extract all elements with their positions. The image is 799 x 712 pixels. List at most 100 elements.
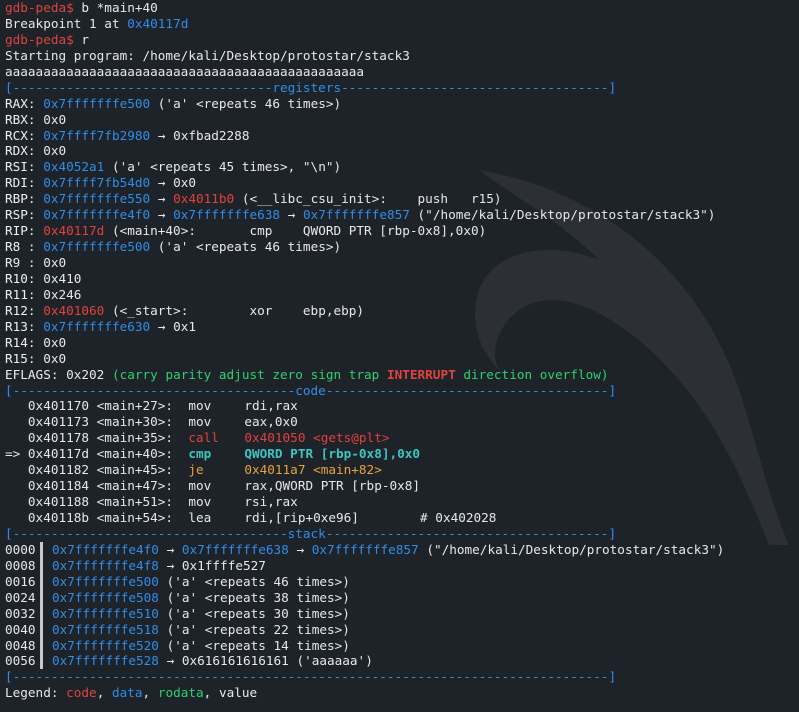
stack-desc2: → (288, 541, 312, 557)
register-name: RDX (5, 143, 28, 159)
register-row: RBX: 0x0 (5, 111, 67, 127)
stack-addr2: 0x7fffffffe638 (181, 541, 289, 557)
code-addr: 0x401178 (27, 430, 90, 446)
stack-separator-bar (40, 621, 43, 638)
code-args: 0x4011a7 <main+82> (244, 462, 382, 478)
register-addr: 0x7fffffffe630 (43, 318, 151, 334)
register-name: RIP (5, 223, 28, 239)
stack-desc: ('a' <repeats 38 times>) (158, 589, 350, 605)
code-args: rax,QWORD PTR [rbp-0x8] (244, 478, 421, 494)
register-name: R9 (5, 255, 28, 270)
current-marker (5, 494, 28, 509)
register-name: R12 (5, 302, 28, 318)
register-addr: 0x4052a1 (43, 159, 105, 175)
register-addr: 0x7fffffffe500 (43, 239, 151, 255)
stack-separator-bar (40, 653, 43, 670)
register-desc: → 0x0 (150, 175, 196, 191)
stack-desc: ('a' <repeats 22 times>) (158, 621, 350, 637)
stack-desc: ('a' <repeats 46 times>) (158, 573, 350, 589)
register-row: R15: 0x0 (5, 350, 67, 366)
register-row: R11: 0x246 (5, 286, 82, 302)
register-name: RBX (5, 111, 28, 127)
stack-entry: 0x7fffffffe4f8 → 0x1ffffe527 (52, 558, 266, 574)
stack-desc3: ("/home/kali/Desktop/protostar/stack3") (418, 541, 725, 557)
register-name: RBP (5, 191, 28, 207)
stack-desc: ('a' <repeats 14 times>) (158, 637, 350, 653)
stack-offset: 0008 (5, 557, 36, 573)
registers-panel: RAX: 0x7fffffffe500 ('a' <repeats 46 tim… (5, 96, 799, 367)
register-desc: ('a' <repeats 46 times>) (150, 95, 342, 111)
register-name: RSP (5, 207, 28, 223)
stack-addr: 0x7fffffffe518 (52, 621, 159, 637)
eflags-line: EFLAGS: 0x202 (carry parity adjust zero … (5, 366, 609, 382)
code-addr: 0x40117d (27, 446, 90, 462)
stack-addr: 0x7fffffffe4f0 (52, 541, 159, 557)
current-marker (5, 414, 28, 429)
stack-addr3: 0x7fffffffe857 (311, 541, 419, 557)
register-desc: (<_start>: xor ebp,ebp) (104, 302, 365, 318)
register-row: RSP: 0x7fffffffe4f0 → 0x7fffffffe638 → 0… (5, 207, 716, 223)
current-marker (5, 478, 28, 493)
register-desc: ('a' <repeats 45 times>, "\n") (104, 159, 342, 175)
stack-addr: 0x7fffffffe4f8 (52, 557, 159, 573)
code-separator: [-------------------------------------co… (5, 382, 617, 398)
code-symbol: <main+40>: (96, 446, 174, 462)
register-row: R13: 0x7fffffffe630 → 0x1 (5, 318, 196, 334)
stack-panel: 0000 0x7fffffffe4f0 → 0x7fffffffe638 → 0x… (5, 541, 799, 670)
code-args: rdi,rax (244, 398, 298, 414)
register-value: 0x246 (43, 286, 82, 302)
stack-row: 0040 0x7fffffffe518 ('a' <repeats 22 time… (5, 621, 799, 638)
breakpoint-line: Breakpoint 1 at 0x40117d (5, 15, 189, 31)
register-addr: 0x401060 (43, 302, 105, 318)
register-desc: (<__libc_csu_init>: push r15) (234, 191, 502, 207)
prompt: gdb-peda$ (5, 31, 74, 47)
code-addr: 0x401188 (27, 494, 90, 510)
code-op: mov (188, 398, 212, 414)
code-op: je (188, 462, 204, 478)
stack-desc: → 0x1ffffe527 (158, 557, 266, 573)
register-row: R12: 0x401060 (<_start>: xor ebp,ebp) (5, 302, 365, 318)
stack-offset: 0024 (5, 589, 36, 605)
stack-entry: 0x7fffffffe500 ('a' <repeats 46 times>) (52, 574, 350, 590)
code-args: 0x401050 <gets@plt> (244, 430, 390, 446)
code-op: mov (188, 414, 212, 430)
stack-addr: 0x7fffffffe508 (52, 589, 159, 605)
arrow: → (280, 207, 303, 223)
register-value: 0x0 (43, 143, 67, 159)
command-line-2: gdb-peda$ r (5, 32, 799, 48)
code-op: mov (188, 494, 212, 510)
code-addr: 0x401173 (27, 414, 90, 430)
stack-offset: 0016 (5, 573, 36, 589)
register-desc: → 0xfbad2288 (150, 127, 250, 143)
register-addr: 0x7fffffffe4f0 (43, 207, 151, 223)
register-row: RAX: 0x7fffffffe500 ('a' <repeats 46 tim… (5, 95, 342, 111)
register-addr: 0x7ffff7fb2980 (43, 127, 151, 143)
register-desc: → 0x1 (150, 318, 196, 334)
stack-addr: 0x7fffffffe510 (52, 605, 159, 621)
code-panel: 0x401170 <main+27>: mov rdi,rax 0x401173 … (5, 398, 799, 526)
code-args: rsi,rax (244, 494, 298, 510)
current-marker (5, 510, 28, 525)
register-name: R11 (5, 286, 28, 302)
terminal[interactable]: gdb-peda$ b *main+40 Breakpoint 1 at 0x4… (5, 0, 799, 701)
code-addr: 0x401182 (27, 462, 90, 478)
register-row: RBP: 0x7fffffffe550 → 0x4011b0 (<__libc_… (5, 191, 502, 207)
code-line: 0x401178 <main+35>: call 0x401050 <gets@p… (5, 430, 799, 446)
register-addr: 0x7fffffffe500 (43, 95, 151, 111)
code-symbol: <main+51>: (96, 494, 174, 510)
stack-separator: [------------------------------------sta… (5, 525, 617, 541)
code-op: lea (188, 510, 212, 525)
stack-entry: 0x7fffffffe520 ('a' <repeats 14 times>) (52, 638, 350, 654)
command: r (81, 31, 90, 47)
code-symbol: <main+35>: (96, 430, 174, 446)
stack-separator-bar (40, 637, 43, 654)
arrow: → (150, 191, 174, 207)
stack-offset: 0048 (5, 637, 36, 653)
start-message: Starting program: /home/kali/Desktop/pro… (5, 47, 410, 63)
current-marker (5, 430, 28, 445)
legend-line: Legend: code, data, rodata, value (5, 685, 258, 701)
stack-separator-bar (40, 605, 43, 622)
register-name: R13 (5, 318, 28, 334)
stack-separator-bar (40, 573, 43, 590)
register-value: 0x0 (43, 255, 67, 270)
